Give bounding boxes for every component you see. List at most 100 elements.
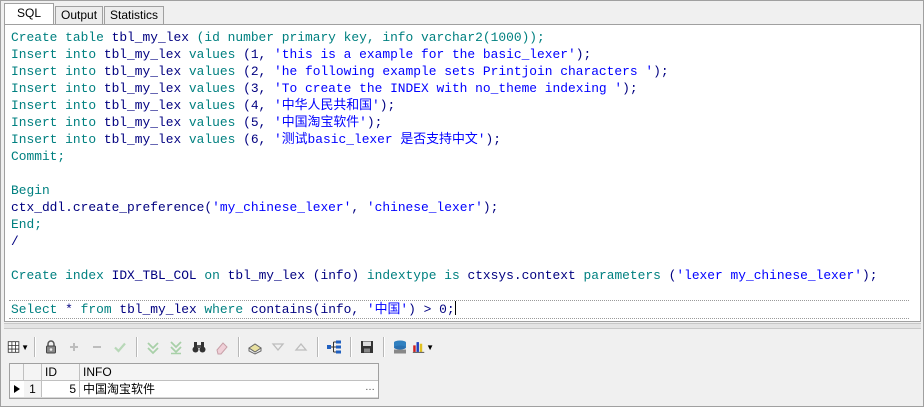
export-icon[interactable]: [389, 336, 411, 358]
code-line[interactable]: Create table tbl_my_lex (id number prima…: [11, 29, 877, 46]
code-line[interactable]: End;: [11, 216, 877, 233]
sql-code[interactable]: Create table tbl_my_lex (id number prima…: [11, 29, 877, 318]
tab-bar: SQL Output Statistics: [4, 3, 165, 24]
keyword-token: values: [188, 81, 244, 96]
tree-icon[interactable]: [323, 336, 345, 358]
triangle-up-icon[interactable]: [290, 336, 312, 358]
row-number-cell: 1: [24, 381, 42, 397]
toolbar-separator: [317, 337, 319, 357]
code-line[interactable]: /: [11, 233, 877, 250]
result-toolbar: ▼ ▼: [7, 335, 435, 359]
identifier-token: );: [485, 132, 501, 147]
save-icon[interactable]: [356, 336, 378, 358]
code-line[interactable]: Insert into tbl_my_lex values (5, '中国淘宝软…: [11, 114, 877, 131]
identifier-token: *: [65, 302, 81, 317]
identifier-token: ,: [351, 200, 367, 215]
sql-editor[interactable]: Create table tbl_my_lex (id number prima…: [4, 24, 921, 322]
identifier-token: tbl_my_lex: [119, 302, 205, 317]
toolbar-separator: [136, 337, 138, 357]
keyword-token: values: [188, 47, 244, 62]
keyword-token: from: [80, 302, 120, 317]
toolbar-separator: [238, 337, 240, 357]
code-line[interactable]: Select * from tbl_my_lex where contains(…: [11, 301, 877, 318]
code-line[interactable]: [11, 250, 877, 267]
string-token: 'lexer my_chinese_lexer': [676, 268, 862, 283]
identifier-token: tbl_my_lex: [103, 115, 189, 130]
grid-view-dropdown-icon[interactable]: ▼: [21, 343, 29, 352]
import-icon[interactable]: [244, 336, 266, 358]
grid-view-icon[interactable]: ▼: [7, 336, 29, 358]
code-line[interactable]: Begin: [11, 182, 877, 199]
current-row-indicator: [10, 381, 25, 397]
lock-icon[interactable]: [40, 336, 62, 358]
table-row[interactable]: 1 5 中国淘宝软件 …: [10, 381, 378, 398]
string-token: '中国': [366, 302, 409, 317]
keyword-token: indextype is: [366, 268, 468, 283]
keyword-token: Insert into: [11, 64, 104, 79]
grid-header: ID INFO: [10, 364, 378, 381]
string-token: '中国淘宝软件': [274, 115, 367, 130]
string-token: '中华人民共和国': [274, 98, 380, 113]
identifier-token: (3,: [243, 81, 275, 96]
result-grid: ID INFO 1 5 中国淘宝软件 …: [9, 363, 379, 399]
tab-statistics[interactable]: Statistics: [104, 6, 165, 24]
code-line[interactable]: Insert into tbl_my_lex values (3, 'To cr…: [11, 80, 877, 97]
binoculars-icon[interactable]: [188, 336, 210, 358]
identifier-token: );: [575, 47, 592, 62]
keyword-token: (id number primary key, info varchar2(10…: [196, 30, 545, 45]
keyword-token: Commit;: [11, 149, 66, 164]
keyword-token: Insert into: [11, 132, 104, 147]
grid-corner: [10, 364, 24, 380]
string-token: 'this is a example for the basic_lexer': [274, 47, 576, 62]
id-cell[interactable]: 5: [42, 381, 80, 397]
toolbar-separator: [34, 337, 36, 357]
code-line[interactable]: Insert into tbl_my_lex values (1, 'this …: [11, 46, 877, 63]
column-header-info[interactable]: INFO: [80, 364, 378, 380]
keyword-token: Insert into: [11, 98, 104, 113]
keyword-token: Begin: [11, 183, 50, 198]
identifier-token: );: [653, 64, 669, 79]
identifier-token: (4,: [243, 98, 275, 113]
code-line[interactable]: Create index IDX_TBL_COL on tbl_my_lex (…: [11, 267, 877, 284]
sql-window: SQL Output Statistics Create table tbl_m…: [0, 0, 924, 407]
code-line[interactable]: [11, 284, 877, 301]
add-icon[interactable]: [63, 336, 85, 358]
row-number-header: [24, 364, 42, 380]
keyword-token: values: [188, 115, 244, 130]
text-caret: [454, 301, 456, 315]
identifier-token: (1,: [243, 47, 275, 62]
identifier-token: tbl_my_lex: [111, 30, 197, 45]
keyword-token: Insert into: [11, 81, 104, 96]
keyword-token: on: [204, 268, 228, 283]
cell-editor-ellipsis-icon[interactable]: …: [365, 381, 375, 395]
identifier-token: tbl_my_lex: [103, 47, 189, 62]
code-line[interactable]: ctx_ddl.create_preference('my_chinese_le…: [11, 199, 877, 216]
identifier-token: ctxsys.context: [467, 268, 584, 283]
triangle-down-icon[interactable]: [267, 336, 289, 358]
code-line[interactable]: Commit;: [11, 148, 877, 165]
chart-dropdown-icon[interactable]: ▼: [426, 343, 434, 352]
code-line[interactable]: Insert into tbl_my_lex values (6, '测试bas…: [11, 131, 877, 148]
code-line[interactable]: Insert into tbl_my_lex values (4, '中华人民共…: [11, 97, 877, 114]
identifier-token: );: [366, 115, 383, 130]
arrow-down-icon[interactable]: [142, 336, 164, 358]
column-header-id[interactable]: ID: [42, 364, 80, 380]
tab-output[interactable]: Output: [55, 6, 104, 24]
keyword-token: values: [188, 64, 244, 79]
chart-icon[interactable]: ▼: [412, 336, 434, 358]
tab-sql[interactable]: SQL: [4, 3, 55, 24]
identifier-token: ) > 0;: [408, 302, 455, 317]
toolbar-separator: [350, 337, 352, 357]
code-line[interactable]: Insert into tbl_my_lex values (2, 'he fo…: [11, 63, 877, 80]
code-line[interactable]: [11, 165, 877, 182]
identifier-token: );: [379, 98, 396, 113]
eraser-icon[interactable]: [211, 336, 233, 358]
identifier-token: );: [482, 200, 499, 215]
arrow-down-double-icon[interactable]: [165, 336, 187, 358]
post-icon[interactable]: [109, 336, 131, 358]
info-cell[interactable]: 中国淘宝软件 …: [80, 381, 378, 397]
pane-splitter[interactable]: [4, 323, 921, 329]
keyword-token: End;: [11, 217, 42, 232]
identifier-token: tbl_my_lex: [103, 81, 189, 96]
remove-icon[interactable]: [86, 336, 108, 358]
